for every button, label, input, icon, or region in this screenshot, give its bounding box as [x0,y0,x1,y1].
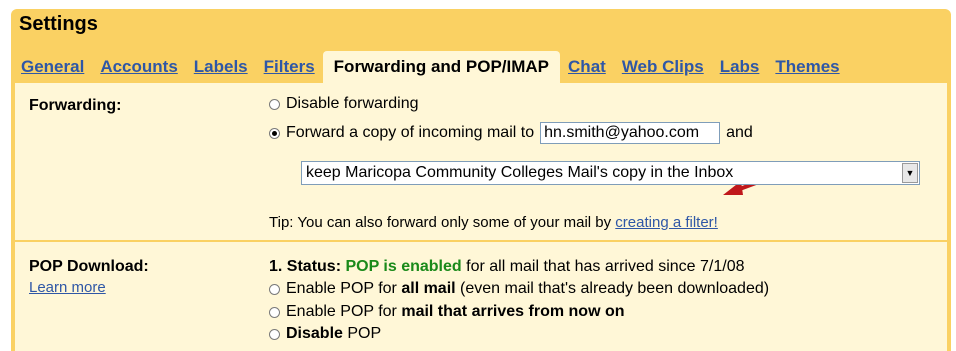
pop-disable-radio[interactable] [269,328,280,340]
forward-action-selected: keep Maricopa Community Colleges Mail's … [306,164,734,181]
forward-copy-text: Forward a copy of incoming mail to [286,124,535,141]
tip-text: Tip: You can also forward only some of y… [269,214,612,231]
pop-from-now-option[interactable]: Enable POP for mail that arrives from no… [269,303,625,321]
pop-from-now-radio[interactable] [269,306,280,318]
creating-filter-link[interactable]: creating a filter! [615,214,718,231]
pop-all-mail-suffix: (even mail that's already been downloade… [460,280,770,297]
settings-panel: Forwarding: Disable forwarding Forward a… [15,83,947,351]
tab-labels[interactable]: Labels [186,57,256,83]
tab-chat[interactable]: Chat [560,57,614,83]
pop-all-mail-prefix: Enable POP for [286,280,397,297]
and-text: and [726,124,753,141]
forward-action-select[interactable]: keep Maricopa Community Colleges Mail's … [301,161,920,185]
settings-tabs: General Accounts Labels Filters Forwardi… [11,47,951,83]
pop-all-mail-radio[interactable] [269,283,280,295]
pop-all-mail-option[interactable]: Enable POP for all mail (even mail that'… [269,280,769,298]
forward-copy-option[interactable]: Forward a copy of incoming mail to and [269,122,753,144]
pop-all-mail-bold: all mail [401,280,456,297]
pop-disable-suffix: POP [347,325,382,342]
forward-email-input[interactable] [540,122,721,144]
tab-general[interactable]: General [11,57,92,83]
tab-labs[interactable]: Labs [712,57,768,83]
pop-from-now-prefix: Enable POP for [286,303,397,320]
tab-themes[interactable]: Themes [767,57,847,83]
tab-web-clips[interactable]: Web Clips [614,57,712,83]
chevron-down-icon[interactable]: ▼ [902,163,918,183]
tab-accounts[interactable]: Accounts [92,57,185,83]
settings-title: Settings [19,13,98,35]
pop-status-row: 1. Status: POP is enabled for all mail t… [269,258,744,276]
pop-disable-bold: Disable [286,325,343,342]
tab-forwarding-pop-imap[interactable]: Forwarding and POP/IMAP [322,51,561,83]
pop-status-value: POP is enabled [345,258,462,275]
pop-download-label: POP Download: [29,258,149,275]
tab-filters[interactable]: Filters [256,57,323,83]
section-divider [15,240,947,242]
forwarding-tip: Tip: You can also forward only some of y… [269,214,718,231]
learn-more-link[interactable]: Learn more [29,279,106,296]
pop-from-now-bold: mail that arrives from now on [401,303,625,320]
pop-disable-option[interactable]: Disable POP [269,325,381,343]
disable-forwarding-option[interactable]: Disable forwarding [269,95,419,113]
disable-forwarding-radio[interactable] [269,98,280,110]
forward-copy-radio[interactable] [269,127,280,139]
disable-forwarding-text: Disable forwarding [286,95,419,112]
settings-frame: Settings General Accounts Labels Filters… [11,9,951,351]
pop-status-suffix: for all mail that has arrived since 7/1/… [466,258,745,275]
forwarding-label: Forwarding: [29,97,122,114]
pop-status-prefix: 1. Status: [269,258,342,275]
